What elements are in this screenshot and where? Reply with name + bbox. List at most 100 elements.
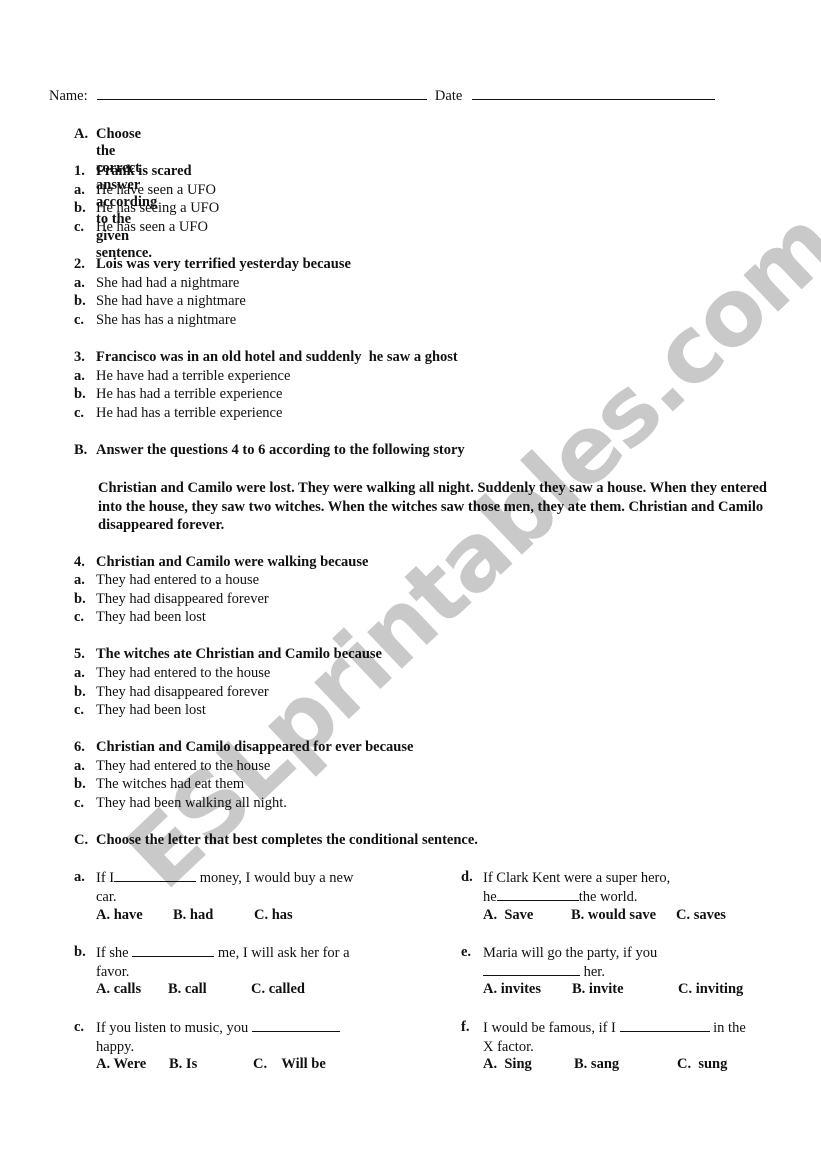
item-sentence: If you listen to music, you happy. bbox=[96, 1019, 340, 1056]
option-letter: a. bbox=[74, 275, 85, 291]
option-b[interactable]: He has had a terrible experience bbox=[96, 386, 282, 403]
item-label: c. bbox=[74, 1019, 85, 1035]
option-c[interactable]: C. has bbox=[254, 907, 293, 924]
option-c[interactable]: He had has a terrible experience bbox=[96, 405, 282, 422]
question-number: 6. bbox=[74, 739, 85, 755]
question-text: Lois was very terrified yesterday becaus… bbox=[96, 256, 351, 272]
question-text: Christian and Camilo disappeared for eve… bbox=[96, 739, 414, 755]
question-number: 1. bbox=[74, 163, 85, 179]
option-letter: a. bbox=[74, 572, 85, 588]
option-b[interactable]: B. call bbox=[168, 981, 207, 998]
worksheet-page: ESLprintables.com Name: Date A. Choose t… bbox=[0, 0, 821, 1169]
option-a[interactable]: He have had a terrible experience bbox=[96, 368, 290, 385]
option-c[interactable]: C. called bbox=[251, 981, 305, 998]
option-c[interactable]: She has has a nightmare bbox=[96, 312, 236, 329]
option-letter: c. bbox=[74, 312, 85, 328]
option-a[interactable]: He have seen a UFO bbox=[96, 182, 216, 199]
option-b[interactable]: The witches had eat them bbox=[96, 776, 244, 793]
option-letter: c. bbox=[74, 609, 85, 625]
option-a[interactable]: A. Save bbox=[483, 907, 533, 924]
answer-blank[interactable] bbox=[114, 881, 197, 882]
question-text: Francisco was in an old hotel and sudden… bbox=[96, 349, 458, 365]
option-b[interactable]: They had disappeared forever bbox=[96, 591, 269, 608]
answer-blank[interactable] bbox=[496, 899, 579, 901]
option-b[interactable]: He has seeing a UFO bbox=[96, 200, 219, 217]
option-b[interactable]: B. Is bbox=[169, 1056, 197, 1073]
option-a[interactable]: A. calls bbox=[96, 981, 141, 998]
item-sentence: Maria will go the party, if you her. bbox=[483, 944, 657, 981]
question-number: 5. bbox=[74, 646, 85, 662]
option-letter: c. bbox=[74, 795, 85, 811]
option-c[interactable]: They had been walking all night. bbox=[96, 795, 287, 812]
item-label: f. bbox=[461, 1019, 470, 1035]
answer-blank[interactable] bbox=[619, 1031, 710, 1032]
sentence-continuation-end: the world. bbox=[578, 888, 638, 905]
sentence-end: in the bbox=[709, 1020, 746, 1036]
option-c[interactable]: C. inviting bbox=[678, 981, 743, 998]
option-c[interactable]: They had been lost bbox=[96, 609, 206, 626]
item-sentence: If I money, I would buy a new car. bbox=[96, 869, 353, 906]
option-c[interactable]: C. sung bbox=[677, 1056, 727, 1073]
section-a-heading: A. Choose the correct answer according t… bbox=[74, 126, 157, 261]
option-c[interactable]: C. Will be bbox=[253, 1056, 326, 1073]
option-letter: a. bbox=[74, 665, 85, 681]
option-b[interactable]: B. sang bbox=[574, 1056, 619, 1073]
option-letter: b. bbox=[74, 200, 86, 216]
option-c[interactable]: They had been lost bbox=[96, 702, 206, 719]
option-a[interactable]: She had had a nightmare bbox=[96, 275, 239, 292]
answer-blank[interactable] bbox=[251, 1031, 340, 1032]
date-blank[interactable] bbox=[471, 99, 715, 100]
sentence-end: money, I would buy a new bbox=[196, 870, 354, 886]
option-letter: c. bbox=[74, 219, 85, 235]
question-text: Christian and Camilo were walking becaus… bbox=[96, 554, 369, 570]
answer-blank[interactable] bbox=[132, 956, 215, 957]
sentence-start: If you listen to music, you bbox=[96, 1020, 252, 1036]
answer-blank[interactable] bbox=[483, 974, 580, 976]
sentence-continuation-end: her. bbox=[580, 963, 605, 980]
option-a[interactable]: A. Sing bbox=[483, 1056, 532, 1073]
sentence-continuation: X factor. bbox=[483, 1038, 534, 1055]
option-c[interactable]: He has seen a UFO bbox=[96, 219, 208, 236]
section-b-heading: B. Answer the questions 4 to 6 according… bbox=[74, 442, 465, 459]
option-letter: a. bbox=[74, 182, 85, 198]
option-a[interactable]: A. Were bbox=[96, 1056, 146, 1073]
section-b-title: Answer the questions 4 to 6 according to… bbox=[96, 442, 465, 458]
option-letter: b. bbox=[74, 386, 86, 402]
option-c[interactable]: C. saves bbox=[676, 907, 726, 924]
option-a[interactable]: A. have bbox=[96, 907, 143, 924]
sentence-start: If I bbox=[96, 870, 115, 886]
sentence-start: If she bbox=[96, 945, 133, 961]
name-label: Name: bbox=[49, 88, 88, 104]
item-sentence: If she me, I will ask her for a favor. bbox=[96, 944, 350, 981]
option-letter: b. bbox=[74, 776, 86, 792]
sentence-start: I would be famous, if I bbox=[483, 1020, 620, 1036]
option-a[interactable]: They had entered to a house bbox=[96, 572, 259, 589]
question-text: Frank is scared bbox=[96, 163, 192, 179]
sentence-continuation: favor. bbox=[96, 963, 130, 980]
item-sentence: I would be famous, if I in the X factor. bbox=[483, 1019, 746, 1056]
story-paragraph: Christian and Camilo were lost. They wer… bbox=[98, 480, 767, 533]
option-a[interactable]: They had entered to the house bbox=[96, 758, 270, 775]
question-number: 4. bbox=[74, 554, 85, 570]
section-c-title: Choose the letter that best completes th… bbox=[96, 832, 478, 848]
option-b[interactable]: B. invite bbox=[572, 981, 624, 998]
option-b[interactable]: B. would save bbox=[571, 907, 656, 924]
option-letter: b. bbox=[74, 684, 86, 700]
option-a[interactable]: A. invites bbox=[483, 981, 541, 998]
sentence-continuation-start: he bbox=[483, 888, 497, 905]
name-blank[interactable] bbox=[97, 99, 428, 100]
option-letter: a. bbox=[74, 368, 85, 384]
option-letter: b. bbox=[74, 591, 86, 607]
option-b[interactable]: B. had bbox=[173, 907, 213, 924]
section-c-letter: C. bbox=[74, 832, 89, 848]
sentence-end: me, I will ask her for a bbox=[214, 945, 350, 961]
item-label: e. bbox=[461, 944, 472, 960]
date-label: Date bbox=[434, 88, 463, 104]
question-number: 3. bbox=[74, 349, 85, 365]
option-a[interactable]: They had entered to the house bbox=[96, 665, 270, 682]
option-letter: b. bbox=[74, 293, 86, 309]
option-b[interactable]: They had disappeared forever bbox=[96, 684, 269, 701]
option-b[interactable]: She had have a nightmare bbox=[96, 293, 246, 310]
option-letter: a. bbox=[74, 758, 85, 774]
item-label: a. bbox=[74, 869, 85, 885]
